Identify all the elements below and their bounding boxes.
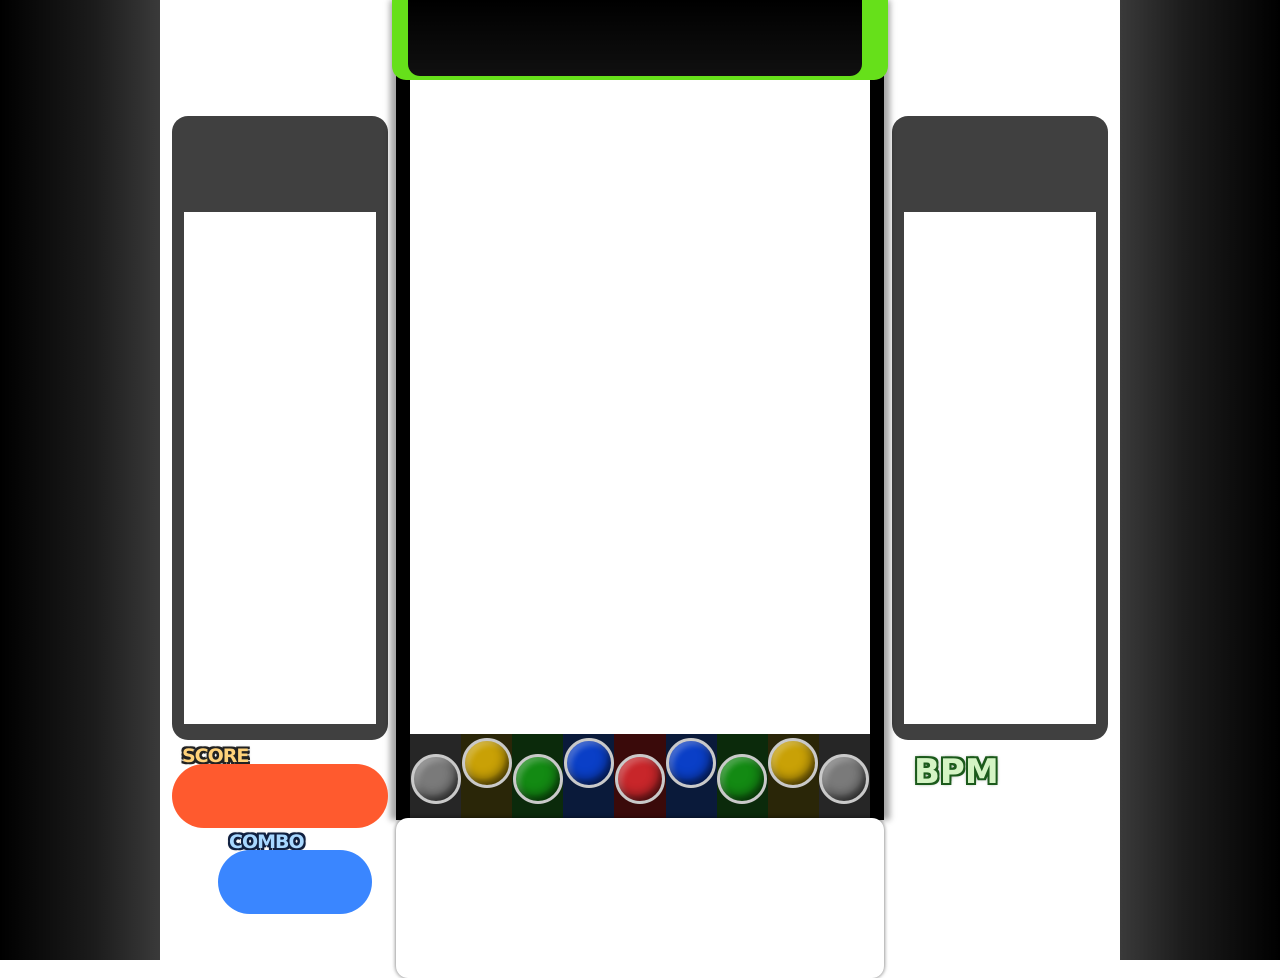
top-gauge-frame [392,0,888,80]
blue-key-button[interactable] [666,738,717,788]
key-lane-strip [410,734,870,818]
note-playfield [410,80,870,734]
green-key-button[interactable] [717,754,768,804]
green-key-button[interactable] [512,754,563,804]
bpm-label: BPM [914,752,999,792]
blue-key-button[interactable] [563,738,614,788]
left-info-panel [172,116,388,740]
left-info-panel-screen [184,212,376,724]
right-info-panel-screen [904,212,1096,724]
gray-key-button[interactable] [410,754,461,804]
yellow-key-button[interactable] [461,738,512,788]
combo-display [218,850,372,914]
score-display [172,764,388,828]
yellow-key-button[interactable] [768,738,819,788]
right-side-gradient [1120,0,1280,960]
bottom-info-panel [396,818,884,978]
left-side-gradient [0,0,160,960]
top-gauge-bar [408,0,862,76]
red-key-button[interactable] [615,754,665,804]
right-info-panel [892,116,1108,740]
